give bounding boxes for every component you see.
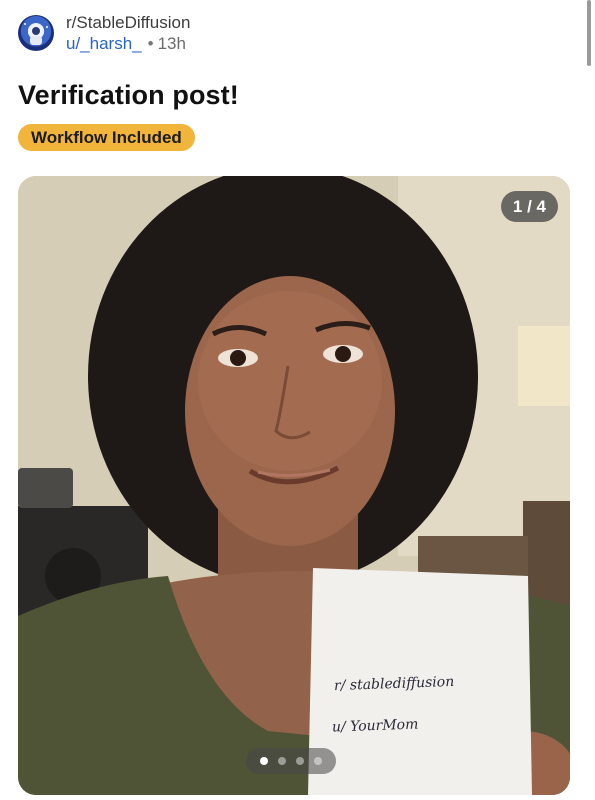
post-byline: u/_harsh_ • 13h [66,33,190,54]
post-title[interactable]: Verification post! [18,80,239,111]
post-image-carousel[interactable]: r/ stablediffusion u/ YourMom 1 / 4 [18,176,570,795]
image-counter-badge: 1 / 4 [500,191,558,222]
post-age: 13h [157,34,186,53]
author-link[interactable]: u/_harsh_ [66,34,142,53]
page-indicator-dot[interactable] [296,757,304,765]
page-indicator-dot[interactable] [278,757,286,765]
subreddit-avatar-icon[interactable] [18,15,54,51]
post-header: r/StableDiffusion u/_harsh_ • 13h [18,8,190,58]
note-line-2: u/ YourMom [331,716,419,736]
post-photo [18,176,570,795]
page-indicator-dot[interactable] [314,757,322,765]
subreddit-name[interactable]: r/StableDiffusion [66,12,190,33]
scrollbar[interactable] [587,0,591,66]
page-indicator-dot[interactable] [260,757,268,765]
byline-separator: • [147,34,154,53]
post-page: r/StableDiffusion u/_harsh_ • 13h Verifica… [0,0,595,800]
post-flair[interactable]: Workflow Included [18,124,195,151]
carousel-pagination[interactable] [246,748,336,774]
